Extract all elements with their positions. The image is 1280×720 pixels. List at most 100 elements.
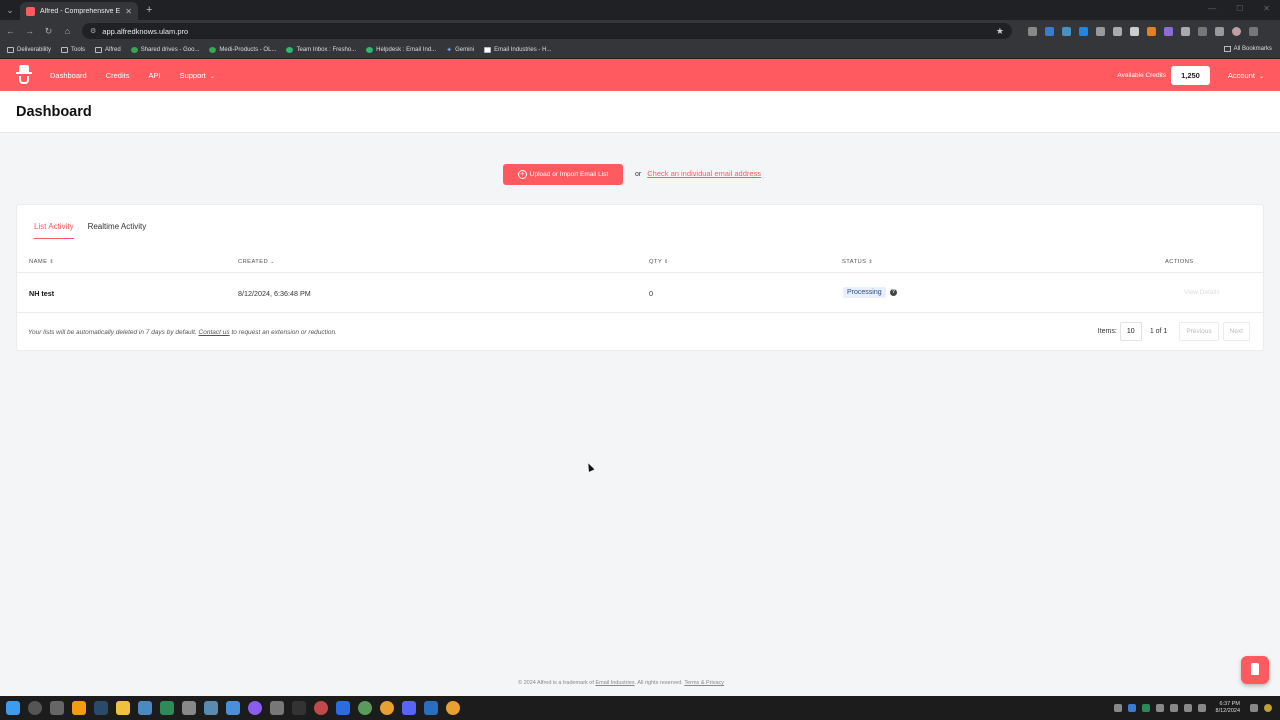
row-name[interactable]: NH test [29,289,54,298]
bookmark-link[interactable]: ✦ Gemini [446,46,474,54]
terms-link[interactable]: Terms & Privacy [684,680,724,686]
bookmark-folder[interactable]: Tools [61,47,85,53]
app-icon[interactable] [424,701,438,715]
upload-list-button[interactable]: + Upload or Import Email List [503,164,623,185]
tray-app-icon[interactable] [1169,704,1178,712]
address-bar[interactable]: ⚙ app.alfredknows.ulam.pro ★ [82,23,1012,39]
tray-app-icon[interactable] [1141,704,1150,712]
discord-icon[interactable] [402,701,416,715]
column-header-created[interactable]: CREATED ⌄ [238,259,275,265]
app-icon[interactable] [138,701,152,715]
previous-button[interactable]: Previous [1179,322,1219,341]
tab-search-icon[interactable]: ⌄ [0,5,20,16]
site-info-icon[interactable]: ⚙ [90,27,96,35]
extension-icon[interactable] [1130,26,1139,36]
help-icon[interactable]: ? [890,289,897,296]
folder-icon [7,47,14,53]
clock[interactable]: 6:37 PM 8/12/2024 [1216,701,1240,715]
alfred-logo-icon[interactable] [16,65,32,85]
sort-down-icon: ⌄ [270,259,275,265]
account-menu[interactable]: Account ⌄ [1228,71,1264,80]
extension-icon[interactable] [1096,26,1105,36]
app-icon[interactable] [160,701,174,715]
chat-widget-button[interactable] [1241,656,1269,684]
home-icon[interactable]: ⌂ [63,26,72,36]
app-icon[interactable] [182,701,196,715]
search-icon[interactable] [28,701,42,715]
nav-support[interactable]: Support ⌄ [180,71,215,80]
menu-kebab-icon[interactable] [1249,26,1258,36]
row-created: 8/12/2024, 6:36:48 PM [238,289,311,298]
nav-dashboard[interactable]: Dashboard [50,71,87,80]
copilot-icon[interactable] [1264,704,1272,712]
zoom-icon[interactable] [336,701,350,715]
close-tab-icon[interactable]: ✕ [125,7,132,16]
bookmark-link[interactable]: Team Inbox : Fresho... [286,47,356,53]
nav-api[interactable]: API [148,71,160,80]
column-header-qty[interactable]: QTY ⇕ [649,259,669,265]
app-icon[interactable] [358,701,372,715]
back-icon[interactable]: ← [6,26,15,36]
column-header-name[interactable]: NAME ⇕ [29,259,54,265]
file-explorer-icon[interactable] [116,701,130,715]
app-icon[interactable] [204,701,218,715]
minimize-icon[interactable]: — [1208,4,1216,13]
bookmark-folder[interactable]: Alfred [95,47,121,53]
extension-icon[interactable] [1079,26,1088,36]
notification-bell-icon[interactable] [1250,704,1258,712]
extension-icon[interactable] [1062,26,1071,36]
tray-chevron-icon[interactable] [1113,704,1122,712]
reload-icon[interactable]: ↻ [44,26,53,37]
windows-start-icon[interactable] [6,701,20,715]
bookmark-link[interactable]: Medi-Products - OL... [209,47,276,53]
window-close-icon[interactable]: ✕ [1263,4,1270,13]
steam-icon[interactable] [94,701,108,715]
volume-icon[interactable] [1197,704,1206,712]
download-icon[interactable] [1215,26,1224,36]
bookmark-star-icon[interactable]: ★ [996,26,1004,37]
wifi-icon[interactable] [1183,704,1192,712]
extension-icon[interactable] [1028,26,1037,36]
bluetooth-icon[interactable] [1127,704,1136,712]
extensions-puzzle-icon[interactable] [1181,26,1190,36]
task-view-icon[interactable] [50,701,64,715]
reading-list-icon[interactable] [1198,26,1207,36]
maximize-icon[interactable]: ☐ [1236,4,1243,13]
chrome-icon[interactable] [446,701,460,715]
bookmark-link[interactable]: Helpdesk : Email Ind... [366,47,436,53]
bookmark-link[interactable]: Shared drives - Goo... [130,47,199,53]
bookmark-folder[interactable]: Deliverability [7,47,51,53]
chrome-icon[interactable] [380,701,394,715]
items-per-page-input[interactable]: 10 [1119,322,1142,341]
folder-icon [95,47,103,53]
browser-tab-active[interactable]: Alfred - Comprehensive Email V ✕ [20,2,138,20]
tab-realtime-activity[interactable]: Realtime Activity [88,222,147,239]
check-email-link[interactable]: Check an individual email address [647,169,761,178]
column-header-status[interactable]: STATUS ⇕ [842,259,873,265]
company-link[interactable]: Email Industries [595,680,634,686]
activity-card: List Activity Realtime Activity NAME ⇕ CR… [16,204,1265,351]
next-button[interactable]: Next [1222,322,1250,341]
extension-icon[interactable] [1113,26,1122,36]
pagination: Items: 10 1 of 1 Previous Next [1098,322,1250,341]
nav-credits[interactable]: Credits [106,71,130,80]
extension-icon[interactable] [1147,26,1156,36]
extension-icon[interactable] [1045,26,1054,36]
messenger-icon[interactable] [248,701,262,715]
app-icon[interactable] [72,701,86,715]
bookmark-link[interactable]: Email Industries - H... [484,47,551,53]
contact-us-link[interactable]: Contact us [199,329,230,336]
app-icon[interactable] [270,701,284,715]
app-icon[interactable] [292,701,306,715]
app-icon[interactable] [314,701,328,715]
tray-app-icon[interactable] [1155,704,1164,712]
view-details-button[interactable]: View Details [1184,289,1220,296]
new-tab-icon[interactable]: + [146,4,152,16]
extension-icon[interactable] [1164,26,1173,36]
profile-avatar-icon[interactable] [1232,26,1241,36]
app-icon[interactable] [226,701,240,715]
forward-icon[interactable]: → [25,26,34,36]
drive-icon [130,47,138,53]
tab-list-activity[interactable]: List Activity [34,222,74,239]
all-bookmarks[interactable]: All Bookmarks [1223,46,1272,52]
